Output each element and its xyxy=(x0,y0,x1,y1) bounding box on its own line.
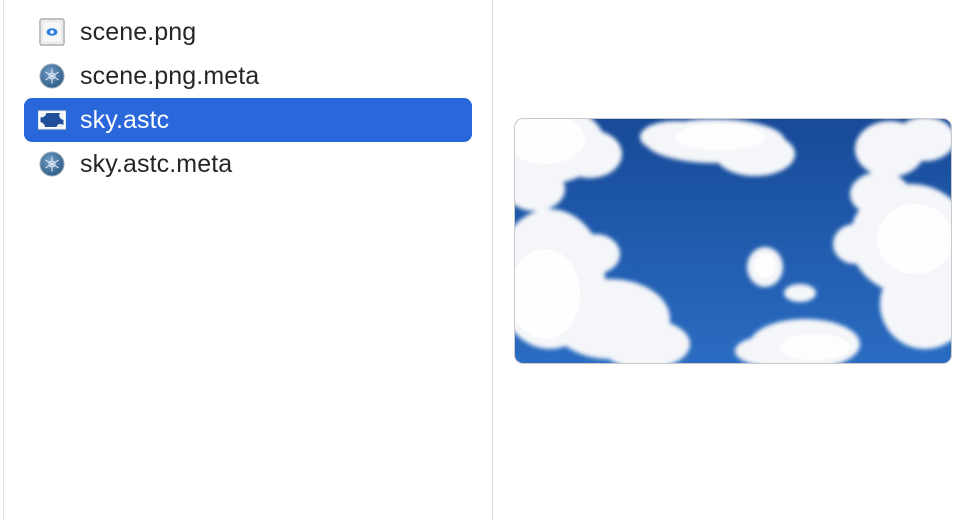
file-name: sky.astc xyxy=(80,105,170,134)
file-list: scene.png scene.png.meta sky.astc sky.as… xyxy=(24,10,472,186)
meta-file-icon xyxy=(37,61,67,91)
file-row-scene-png[interactable]: scene.png xyxy=(24,10,472,54)
file-row-sky-astc-meta[interactable]: sky.astc.meta xyxy=(24,142,472,186)
meta-file-icon xyxy=(37,149,67,179)
file-name: sky.astc.meta xyxy=(80,149,233,178)
preview-pane xyxy=(493,0,972,520)
file-row-scene-png-meta[interactable]: scene.png.meta xyxy=(24,54,472,98)
png-file-icon xyxy=(37,17,67,47)
file-row-sky-astc[interactable]: sky.astc xyxy=(24,98,472,142)
file-name: scene.png xyxy=(80,17,197,46)
finder-window: scene.png scene.png.meta sky.astc sky.as… xyxy=(0,0,972,520)
astc-image-icon xyxy=(37,105,67,135)
file-column[interactable]: scene.png scene.png.meta sky.astc sky.as… xyxy=(4,0,492,520)
file-name: scene.png.meta xyxy=(80,61,260,90)
sky-preview-image xyxy=(514,118,952,364)
